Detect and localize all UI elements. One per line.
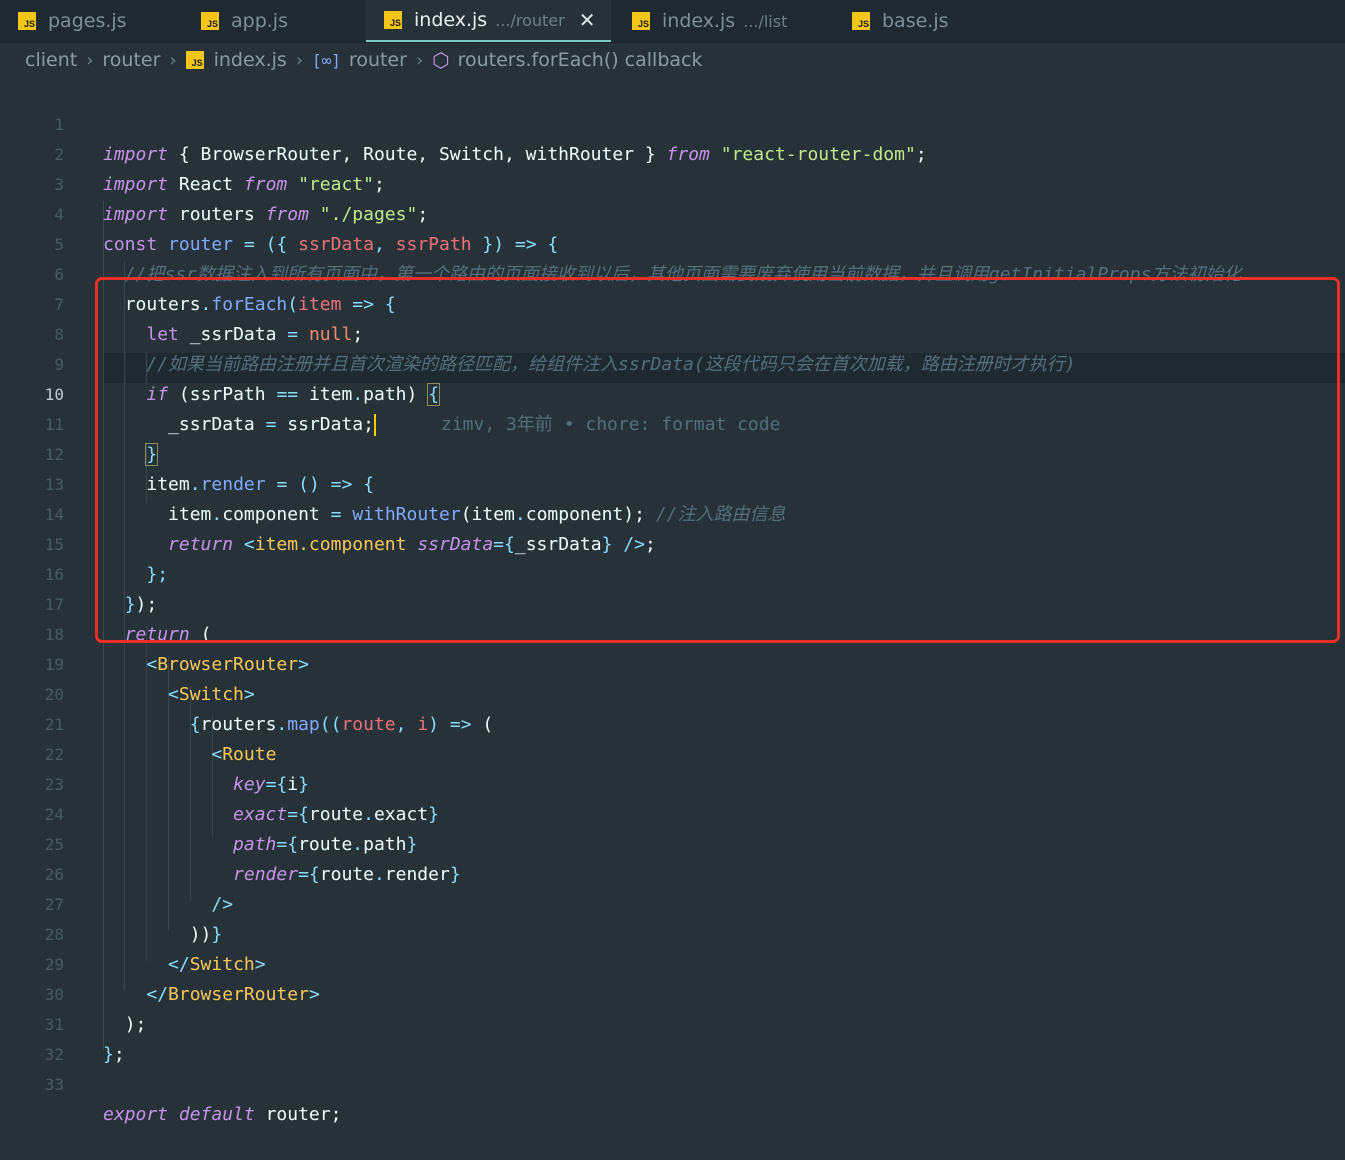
code-line: 27 ))} [0, 860, 1345, 945]
code-line: 30 ); [0, 950, 1345, 1035]
javascript-file-icon: JS [632, 12, 650, 30]
code-line: 19 <Switch> [0, 620, 1345, 705]
code-editor[interactable]: 1 import { BrowserRouter, Route, Switch,… [0, 79, 1345, 1125]
code-line: 17 return ( [0, 560, 1345, 645]
code-line: 20 {routers.map((route, i) => ( [0, 650, 1345, 735]
breadcrumb-item-callback[interactable]: routers.forEach() callback [458, 49, 703, 71]
code-line: 23 exact={route.exact} [0, 740, 1345, 825]
method-cube-icon: ⬡ [432, 48, 450, 72]
code-line: 1 import { BrowserRouter, Route, Switch,… [0, 80, 1345, 165]
code-line: 3 import routers from "./pages"; [0, 140, 1345, 225]
tab-path-hint: .../list [743, 11, 788, 31]
code-line: 31 }; [0, 980, 1345, 1065]
code-line: 33 export default router; [0, 1040, 1345, 1125]
tab-pages-js[interactable]: JS pages.js [0, 0, 183, 42]
javascript-file-icon: JS [384, 11, 402, 29]
tab-label: index.js [414, 9, 488, 31]
code-line: 24 path={route.path} [0, 770, 1345, 855]
chevron-right-icon: › [295, 49, 304, 71]
chevron-right-icon: › [415, 49, 424, 71]
editor-tab-bar: JS pages.js JS app.js JS index.js .../ro… [0, 0, 1345, 43]
javascript-file-icon: JS [18, 12, 36, 30]
breadcrumb-item-client[interactable]: client [25, 49, 77, 71]
tab-index-js-router[interactable]: JS index.js .../router ✕ [366, 0, 611, 42]
breadcrumb-item-router-symbol[interactable]: router [349, 49, 407, 71]
chevron-right-icon: › [169, 49, 177, 71]
code-line: 29 </BrowserRouter> [0, 920, 1345, 1005]
code-line: 11 } [0, 380, 1345, 466]
line-number: 33 [44, 1075, 64, 1094]
chevron-right-icon: › [86, 49, 94, 71]
code-line: 12 item.render = () => { [0, 410, 1345, 495]
code-line: 16 }); [0, 530, 1345, 615]
code-line: 8 //如果当前路由注册并且首次渲染的路径匹配，给组件注入ssrData(这段代… [0, 290, 1345, 375]
breadcrumb-item-file[interactable]: index.js [214, 49, 287, 71]
code-line: 15 }; [0, 500, 1345, 585]
javascript-file-icon: JS [852, 12, 870, 30]
code-line: 18 <BrowserRouter> [0, 590, 1345, 675]
code-line: 2 import React from "react"; [0, 110, 1345, 195]
code-line: 21 <Route [0, 680, 1345, 765]
breadcrumb: client › router › JS index.js › [∞] rout… [0, 42, 1345, 78]
javascript-file-icon: JS [185, 51, 204, 69]
close-icon[interactable]: ✕ [579, 8, 596, 32]
code-line: 7 let _ssrData = null; [0, 260, 1345, 345]
code-line: 25 render={route.render} [0, 800, 1345, 885]
code-line: 14 return <item.component ssrData={_ssrD… [0, 470, 1345, 555]
code-line: 28 </Switch> [0, 890, 1345, 975]
code-line: 4 const router = ({ ssrData, ssrPath }) … [0, 170, 1345, 255]
tab-label: pages.js [48, 10, 127, 32]
code-line: 13 item.component = withRouter(item.comp… [0, 440, 1345, 525]
tab-base-js[interactable]: JS base.js [834, 0, 1034, 42]
tab-label: index.js [662, 10, 736, 32]
code-line: 22 key={i} [0, 710, 1345, 795]
variable-symbol-icon: [∞] [312, 50, 341, 70]
tab-index-js-list[interactable]: JS index.js .../list [614, 0, 834, 42]
tab-label: base.js [882, 10, 949, 32]
code-line: 32 [0, 1010, 1345, 1064]
breadcrumb-item-router-folder[interactable]: router [102, 49, 160, 71]
code-line: 5 //把ssr数据注入到所有页面中，第一个路由的页面接收到以后，其他页面需要废… [0, 200, 1345, 285]
code-line: 26 /> [0, 830, 1345, 915]
tab-path-hint: .../router [495, 10, 565, 30]
javascript-file-icon: JS [201, 12, 219, 30]
code-line: 9 if (ssrPath == item.path) { [0, 320, 1345, 406]
code-line: 6 routers.forEach(item => { [0, 230, 1345, 315]
tab-app-js[interactable]: JS app.js [183, 0, 366, 42]
tab-label: app.js [231, 10, 288, 32]
code-line-current: 10 _ssrData = ssrData; zimv, 3年前 • chore… [0, 350, 1345, 436]
